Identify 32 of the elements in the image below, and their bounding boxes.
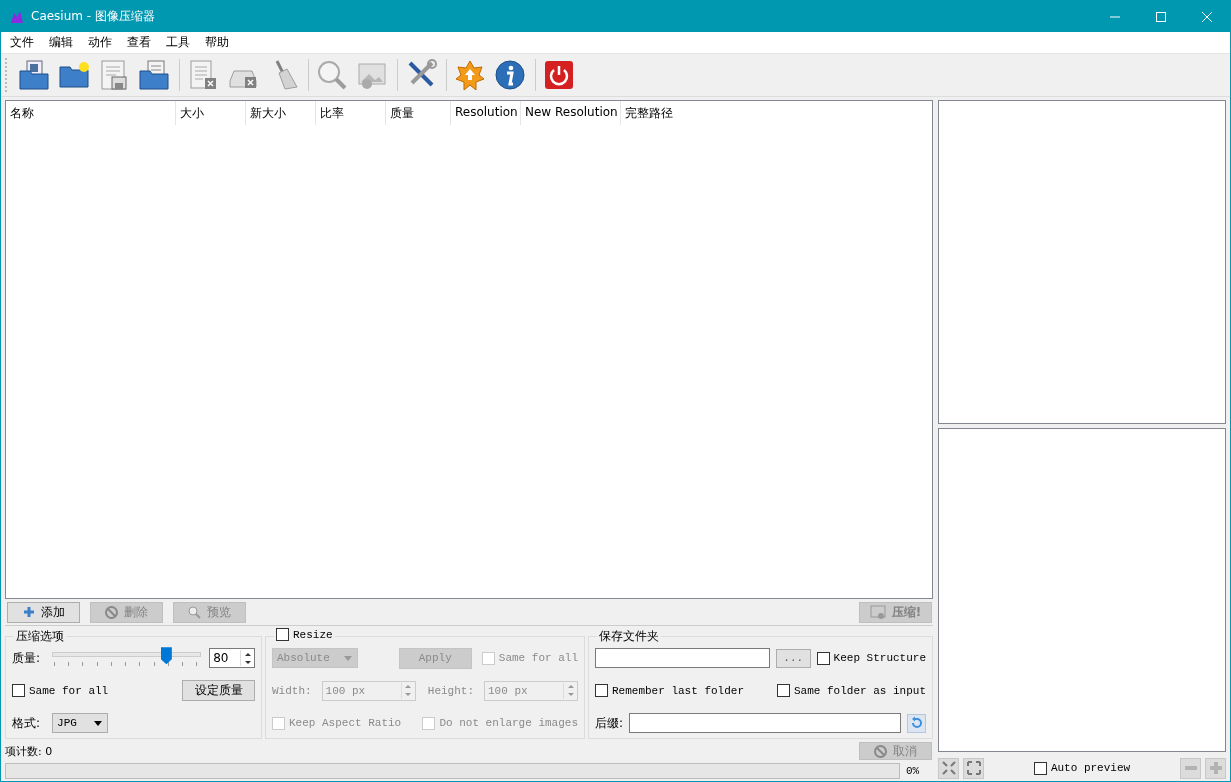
format-label: 格式: bbox=[12, 714, 41, 732]
column-header[interactable]: 质量 bbox=[386, 101, 451, 125]
remember-last-folder-checkbox[interactable]: Remember last folder bbox=[595, 684, 745, 698]
item-count: 项计数: 0 bbox=[5, 743, 53, 759]
set-quality-button[interactable]: 设定质量 bbox=[182, 680, 255, 702]
menu-item[interactable]: 编辑 bbox=[44, 34, 79, 51]
column-header[interactable]: 比率 bbox=[316, 101, 386, 125]
quality-label: 质量: bbox=[12, 649, 41, 667]
suffix-label: 后缀: bbox=[595, 714, 624, 732]
column-header[interactable]: Resolution bbox=[451, 101, 521, 125]
height-label: Height: bbox=[427, 684, 474, 697]
same-folder-as-input-checkbox[interactable]: Same folder as input bbox=[776, 684, 926, 698]
add-button[interactable]: 添加 bbox=[7, 601, 80, 623]
format-dropdown[interactable]: JPG bbox=[52, 713, 109, 734]
quality-spinbox[interactable]: 80 bbox=[209, 648, 255, 669]
column-header[interactable]: 新大小 bbox=[246, 101, 316, 125]
browse-button[interactable]: ... bbox=[775, 648, 811, 668]
auto-preview-checkbox[interactable]: Auto preview bbox=[1033, 761, 1131, 775]
column-header[interactable]: 名称 bbox=[6, 101, 176, 125]
menu-item[interactable]: 工具 bbox=[161, 34, 196, 51]
progress-percent: 0% bbox=[906, 765, 920, 777]
window-title: Caesium - 图像压缩器 bbox=[31, 8, 155, 25]
same-for-all-checkbox[interactable]: Same for all bbox=[12, 684, 109, 698]
menu-item[interactable]: 查看 bbox=[122, 34, 157, 51]
keep-structure-checkbox[interactable]: Keep Structure bbox=[816, 651, 926, 665]
menu-item[interactable]: 文件 bbox=[5, 34, 40, 51]
column-header[interactable]: New Resolution bbox=[521, 101, 621, 125]
menu-item[interactable]: 动作 bbox=[83, 34, 118, 51]
width-label: Width: bbox=[272, 684, 312, 697]
menu-item[interactable]: 帮助 bbox=[200, 34, 235, 51]
column-header[interactable]: 大小 bbox=[176, 101, 246, 125]
column-header[interactable]: 完整路径 bbox=[621, 101, 821, 125]
